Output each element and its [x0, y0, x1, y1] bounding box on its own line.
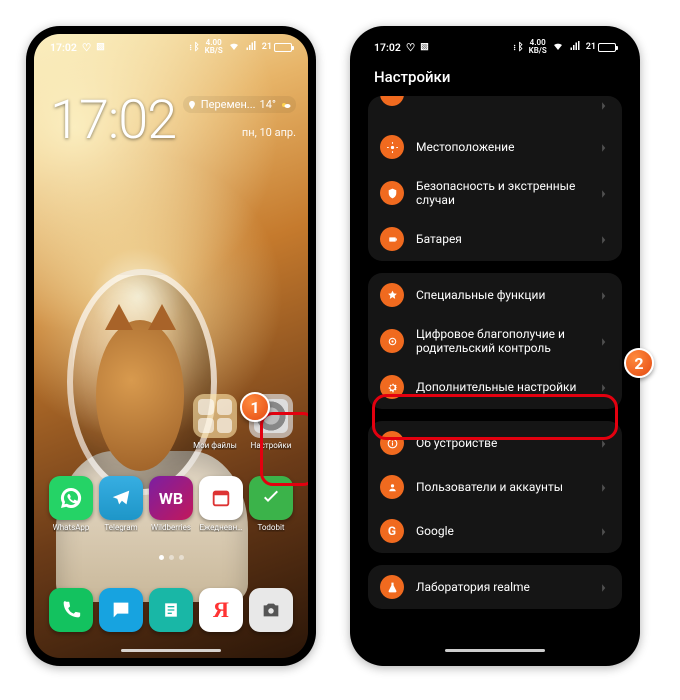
google-icon: G — [380, 519, 404, 543]
app-whatsapp[interactable]: WhatsApp — [48, 476, 94, 532]
battery-indicator: 21 — [262, 42, 292, 52]
battery-indicator: 21 — [586, 42, 616, 52]
dock-yandex[interactable]: Я — [198, 588, 244, 632]
settings-row-wellbeing[interactable]: Цифровое благополучие и родительский кон… — [368, 317, 622, 365]
phone-settings: 17:02 ♡ ▧ ⋮ᛒ 4.00KB/S 21 Настройки — [350, 26, 640, 666]
settings-group-2: Специальные функции Цифровое благополучи… — [368, 273, 622, 409]
callout-1: 1 — [240, 392, 270, 422]
chevron-right-icon — [600, 230, 610, 249]
wifi-icon — [228, 40, 240, 55]
settings-group-4: Лаборатория realme — [368, 565, 622, 609]
home-screen: 17:02 ♡ ▧ ⋮ᛒ 4.00KB/S 21 17:02 — [34, 34, 308, 658]
dock-phone[interactable] — [48, 588, 94, 632]
status-time: 17:02 — [374, 41, 401, 54]
heart-icon: ♡ — [82, 41, 91, 54]
generic-icon — [380, 96, 404, 106]
dock: Я — [34, 588, 308, 632]
shield-icon — [380, 181, 404, 205]
settings-list[interactable]: Местоположение Безопасность и экстренные… — [358, 96, 632, 652]
status-time: 17:02 — [50, 41, 77, 54]
heart-icon: ♡ — [406, 41, 415, 54]
status-icon: ▧ — [96, 42, 105, 52]
chevron-right-icon — [600, 286, 610, 305]
phone-home: 17:02 ♡ ▧ ⋮ᛒ 4.00KB/S 21 17:02 — [26, 26, 316, 666]
callout-2: 2 — [624, 348, 654, 378]
settings-row-cut[interactable] — [368, 96, 622, 125]
app-todobit[interactable]: Todobit — [248, 476, 294, 532]
app-row: WhatsApp Telegram WB Wildberries Ежеднев… — [34, 476, 308, 532]
home-date[interactable]: пн, 10 апр. — [242, 126, 296, 139]
settings-row-security[interactable]: Безопасность и экстренные случаи — [368, 169, 622, 217]
folder-my-files[interactable]: Мои файлы — [192, 394, 238, 450]
status-icon: ▧ — [420, 42, 429, 52]
status-bar: 17:02 ♡ ▧ ⋮ᛒ 4.00KB/S 21 — [34, 34, 308, 60]
signal-icon — [569, 40, 581, 55]
flask-icon — [380, 575, 404, 599]
signal-icon — [245, 40, 257, 55]
weather-icon — [280, 99, 292, 111]
wellbeing-icon — [380, 329, 404, 353]
app-daily[interactable]: Ежедневн… — [198, 476, 244, 532]
chevron-right-icon — [600, 184, 610, 203]
battery-icon — [380, 227, 404, 251]
chevron-right-icon — [600, 96, 610, 115]
chevron-right-icon — [600, 138, 610, 157]
settings-group-1: Местоположение Безопасность и экстренные… — [368, 96, 622, 261]
dock-camera[interactable] — [248, 588, 294, 632]
settings-row-users[interactable]: Пользователи и аккаунты — [368, 465, 622, 509]
chevron-right-icon — [600, 434, 610, 453]
chevron-right-icon — [600, 378, 610, 397]
page-title: Настройки — [374, 68, 450, 86]
settings-row-special[interactable]: Специальные функции — [368, 273, 622, 317]
dock-notes[interactable] — [148, 588, 194, 632]
app-wildberries[interactable]: WB Wildberries — [148, 476, 194, 532]
settings-row-battery[interactable]: Батарея — [368, 217, 622, 261]
settings-row-lab[interactable]: Лаборатория realme — [368, 565, 622, 609]
home-clock[interactable]: 17:02 — [50, 89, 176, 152]
star-icon — [380, 283, 404, 307]
wifi-icon — [552, 40, 564, 55]
app-telegram[interactable]: Telegram — [98, 476, 144, 532]
page-indicator[interactable] — [34, 555, 308, 560]
weather-widget[interactable]: Перемен... 14° — [183, 96, 296, 113]
location-icon — [380, 135, 404, 159]
settings-screen: 17:02 ♡ ▧ ⋮ᛒ 4.00KB/S 21 Настройки — [358, 34, 632, 658]
chevron-right-icon — [600, 332, 610, 351]
info-icon — [380, 431, 404, 455]
settings-row-additional[interactable]: Дополнительные настройки — [368, 365, 622, 409]
settings-group-3: Об устройстве Пользователи и аккаунты G … — [368, 421, 622, 553]
user-icon — [380, 475, 404, 499]
net-speed: 4.00KB/S — [529, 39, 547, 55]
location-pin-icon — [187, 100, 197, 110]
settings-row-google[interactable]: G Google — [368, 509, 622, 553]
settings-row-about[interactable]: Об устройстве — [368, 421, 622, 465]
chevron-right-icon — [600, 522, 610, 541]
bluetooth-icon: ⋮ᛒ — [188, 42, 200, 53]
net-speed: 4.00KB/S — [205, 39, 223, 55]
nav-gesture-hint[interactable] — [445, 649, 545, 653]
settings-row-location[interactable]: Местоположение — [368, 125, 622, 169]
gear-icon — [380, 375, 404, 399]
chevron-right-icon — [600, 478, 610, 497]
bluetooth-icon: ⋮ᛒ — [512, 42, 524, 53]
status-bar: 17:02 ♡ ▧ ⋮ᛒ 4.00KB/S 21 — [358, 34, 632, 60]
nav-gesture-hint[interactable] — [121, 649, 221, 653]
dock-messages[interactable] — [98, 588, 144, 632]
chevron-right-icon — [600, 578, 610, 597]
